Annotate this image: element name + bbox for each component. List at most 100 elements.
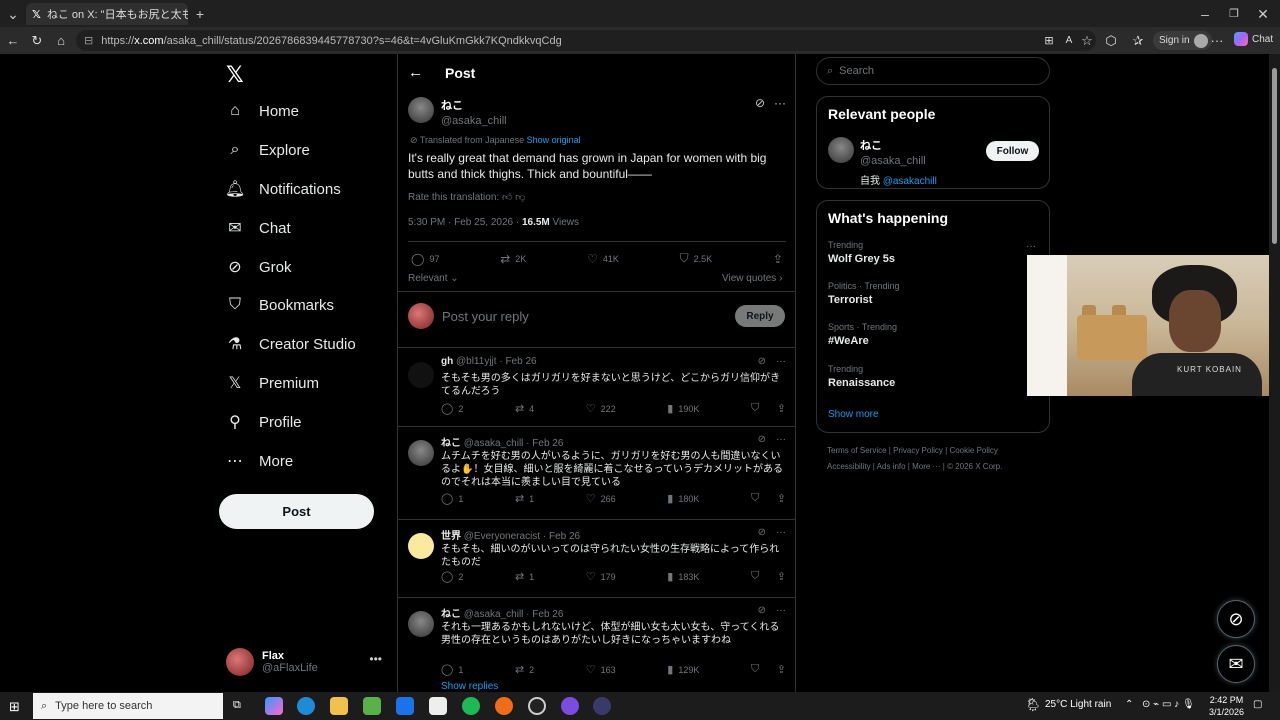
messages-fab-icon[interactable]: ✉ — [1217, 645, 1255, 683]
extensions-icon[interactable]: ⬡ — [1101, 31, 1121, 51]
close-window-icon[interactable]: ✕ — [1254, 5, 1272, 23]
reply-date[interactable]: Feb 26 — [505, 356, 536, 367]
reply-avatar[interactable] — [408, 362, 434, 388]
reply-name[interactable]: ねこ — [441, 609, 461, 620]
copilot-chat-button[interactable]: Chat — [1234, 32, 1273, 46]
reply-date[interactable]: Feb 26 — [532, 438, 563, 449]
notepad-icon[interactable] — [429, 697, 447, 715]
thumbs-up-icon[interactable]: 👍︎ — [502, 192, 512, 203]
reply-action[interactable]: ◯ 2 — [441, 570, 463, 583]
reply-handle[interactable]: @asaka_chill — [464, 609, 524, 620]
footer-link[interactable]: Cookie Policy — [949, 446, 997, 455]
reply-handle[interactable]: @Everyoneracist — [464, 531, 540, 542]
views-action[interactable]: ▮ 129K — [667, 663, 699, 676]
obs-icon[interactable] — [528, 697, 546, 715]
store-icon[interactable] — [363, 697, 381, 715]
author-avatar[interactable] — [408, 97, 434, 123]
file-explorer-icon[interactable] — [330, 697, 348, 715]
tray-chevron-icon[interactable]: ⌃ — [1125, 699, 1133, 710]
reply-item[interactable]: 世界 @Everyoneracist · Feb 26 ⊘ ··· そもそも、細いのが… — [408, 527, 786, 597]
share-icon[interactable]: ⇪ — [777, 663, 786, 676]
reply-action[interactable]: ◯ 2 — [441, 402, 463, 415]
show-more-link[interactable]: Show more — [828, 409, 879, 420]
reply-date[interactable]: Feb 26 — [549, 531, 580, 542]
reply-action[interactable]: ◯ 1 — [441, 492, 463, 505]
nav-item-more[interactable]: ⋯ More — [226, 446, 293, 476]
reply-name[interactable]: 世界 — [441, 531, 461, 542]
person-info[interactable]: ねこ @asaka_chill 自我 @asakachill — [860, 137, 937, 187]
person-avatar[interactable] — [828, 137, 854, 163]
trend-item[interactable]: Trending Renaissance — [828, 364, 895, 389]
reply-item[interactable]: ねこ @asaka_chill · Feb 26 ⊘ ··· ムチムチを好む男の人がい… — [408, 434, 786, 505]
browser-tab[interactable]: 𝕏 ねこ on X: "日本もお尻と太ももがでか ✕ — [26, 3, 188, 25]
thumbs-down-icon[interactable]: 👎︎ — [515, 192, 525, 203]
sort-dropdown[interactable]: Relevant ⌄ — [408, 273, 459, 284]
footer-link[interactable]: © 2026 X Corp. — [947, 462, 1002, 471]
reply-avatar[interactable] — [408, 533, 434, 559]
edge-icon[interactable] — [297, 697, 315, 715]
copilot-taskbar-icon[interactable] — [265, 697, 283, 715]
bookmark-icon[interactable]: ⛉ — [751, 570, 759, 583]
reply-date[interactable]: Feb 26 — [532, 609, 563, 620]
post-button[interactable]: Post — [219, 494, 374, 529]
bookmark-action[interactable]: ⛉ 2.5K — [680, 251, 713, 266]
favorites-icon[interactable]: ✰ — [1128, 31, 1148, 51]
windows-start-icon[interactable]: ⊞ — [9, 699, 20, 715]
notifications-icon[interactable]: ▢ — [1253, 699, 1262, 710]
more-options-icon[interactable]: ··· — [774, 96, 786, 110]
refresh-icon[interactable]: ↻ — [27, 31, 47, 51]
show-replies-link[interactable]: Show replies — [441, 681, 498, 692]
footer-link[interactable]: Privacy Policy — [893, 446, 943, 455]
nav-item-creator-studio[interactable]: ⚗ Creator Studio — [226, 329, 356, 359]
reply-item[interactable]: gh @bl11yjjt · Feb 26 ⊘ ··· そもそも男の多くはガリガリを好… — [408, 356, 786, 426]
reply-button[interactable]: Reply — [735, 305, 785, 327]
nav-item-chat[interactable]: ✉ Chat — [226, 213, 290, 243]
reply-avatar[interactable] — [408, 440, 434, 466]
back-arrow-icon[interactable]: ← — [408, 64, 423, 81]
repost-action[interactable]: ⇄ 1 — [515, 492, 534, 505]
grok-icon[interactable]: ⊘ — [758, 434, 766, 445]
more-options-icon[interactable]: ··· — [776, 434, 786, 445]
site-info-icon[interactable]: ⊟ — [84, 34, 93, 47]
grok-icon[interactable]: ⊘ — [758, 356, 766, 367]
reply-input[interactable]: Post your reply — [442, 309, 529, 324]
nav-item-premium[interactable]: 𝕏 Premium — [226, 368, 319, 398]
repost-action[interactable]: ⇄ 4 — [515, 402, 534, 415]
author-block[interactable]: ねこ @asaka_chill — [441, 97, 507, 127]
more-options-icon[interactable]: ··· — [776, 356, 786, 367]
url-field[interactable]: ⊟ https://x.com/asaka_chill/status/20267… — [76, 30, 1096, 51]
footer-link[interactable]: Terms of Service — [827, 446, 887, 455]
grok-icon[interactable]: ⊘ — [758, 605, 766, 616]
nav-item-explore[interactable]: ⌕ Explore — [226, 135, 310, 165]
views-action[interactable]: ▮ 190K — [667, 402, 699, 415]
footer-link[interactable]: Accessibility — [827, 462, 871, 471]
task-view-icon[interactable]: ⧉ — [233, 699, 241, 712]
nav-item-bookmarks[interactable]: ⛉ Bookmarks — [226, 290, 334, 320]
bookmark-icon[interactable]: ⛉ — [751, 663, 759, 676]
repost-action[interactable]: ⇄ 2 — [515, 663, 534, 676]
share-icon[interactable]: ⇪ — [777, 570, 786, 583]
app-icon[interactable] — [593, 697, 611, 715]
share-icon[interactable]: ⇪ — [777, 492, 786, 505]
page-scrollbar[interactable] — [1269, 54, 1280, 692]
grok-icon[interactable]: ⊘ — [758, 527, 766, 538]
search-input[interactable]: ⌕ Search — [816, 57, 1050, 85]
repost-action[interactable]: ⇄ 1 — [515, 570, 534, 583]
trend-item[interactable]: Trending Wolf Grey 5s — [828, 240, 895, 265]
back-icon[interactable]: ← — [3, 31, 23, 51]
browser-menu-icon[interactable]: ··· — [1207, 31, 1227, 51]
reply-handle[interactable]: @asaka_chill — [464, 438, 524, 449]
account-switcher[interactable]: Flax @aFlaxLife ••• — [226, 646, 386, 678]
home-browser-icon[interactable]: ⌂ — [51, 31, 71, 51]
more-options-icon[interactable]: ··· — [776, 605, 786, 616]
x-logo-icon[interactable]: 𝕏 — [226, 62, 244, 88]
views-action[interactable]: ▮ 183K — [667, 570, 699, 583]
restore-icon[interactable]: ❐ — [1225, 5, 1243, 23]
app-icon[interactable] — [561, 697, 579, 715]
bio-link[interactable]: @asakachill — [883, 176, 937, 187]
tray-icons[interactable]: ⊙ ⌁ ▭ ♪ 🎙︎ — [1142, 699, 1195, 710]
views-action[interactable]: ▮ 180K — [667, 492, 699, 505]
signin-button[interactable]: Sign in — [1153, 31, 1212, 50]
new-tab-icon[interactable]: + — [191, 5, 209, 23]
nav-item-home[interactable]: ⌂ Home — [226, 96, 299, 126]
